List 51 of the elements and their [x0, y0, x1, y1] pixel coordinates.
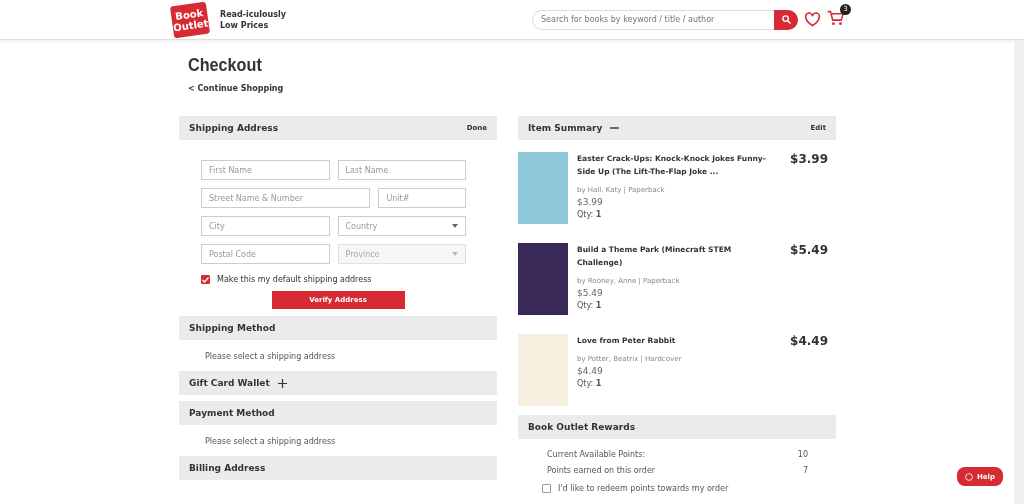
input-field[interactable]: Postal Code: [201, 244, 330, 264]
section-header[interactable]: Shipping Method: [179, 316, 497, 340]
tagline: Read-iculously Low Prices: [220, 8, 287, 31]
page-title: Checkout: [188, 55, 262, 76]
checkbox[interactable]: [201, 275, 210, 284]
points-label: Points earned on this order: [547, 466, 656, 475]
section-title: Billing Address: [189, 463, 266, 473]
line-total: $5.49: [790, 243, 828, 259]
line-total: $4.49: [790, 334, 828, 350]
input-field[interactable]: Street Name & Number: [201, 188, 371, 208]
logo[interactable]: Book Outlet: [169, 1, 211, 38]
section-header[interactable]: Billing Address: [179, 456, 497, 480]
input-field[interactable]: Last Name: [337, 160, 466, 180]
section-title: Gift Card Wallet: [189, 378, 270, 388]
question-circle-icon: [965, 472, 973, 481]
search-field[interactable]: Search for books by keyword / title / author: [532, 9, 774, 30]
section-title: Shipping Address: [189, 123, 279, 133]
line-total: $3.99: [790, 152, 828, 168]
quantity: Qty: 1: [577, 301, 603, 310]
input-field[interactable]: City: [201, 216, 330, 236]
heart-icon[interactable]: [804, 12, 821, 27]
quantity: Qty: 1: [577, 210, 603, 219]
section-message: Please select a shipping address: [204, 436, 337, 448]
continue-shopping-link[interactable]: < Continue Shopping: [188, 84, 284, 93]
input-field[interactable]: Unit#: [378, 188, 466, 208]
input-field[interactable]: First Name: [201, 160, 330, 180]
unit-price: $5.49: [577, 288, 604, 298]
points-value: 10: [797, 450, 808, 459]
unit-price: $3.99: [577, 197, 604, 207]
section-title: Book Outlet Rewards: [528, 422, 635, 432]
caret-icon: [452, 224, 458, 228]
minus-icon[interactable]: [610, 127, 620, 129]
search-button[interactable]: [774, 9, 798, 30]
section-header[interactable]: Gift Card Wallet: [179, 371, 497, 395]
section-title: Item Summary: [528, 123, 603, 133]
cart-icon[interactable]: [827, 9, 844, 26]
section-message: Please select a shipping address: [204, 351, 337, 363]
points-label: Current Available Points:: [547, 450, 646, 459]
section-header[interactable]: Payment Method: [179, 401, 497, 425]
section-title: Shipping Method: [189, 323, 276, 333]
checkbox-label: I'd like to redeem points towards my order: [558, 484, 729, 493]
points-value: 7: [802, 466, 808, 475]
plus-icon[interactable]: [277, 378, 287, 388]
unit-price: $4.49: [577, 366, 604, 376]
caret-icon: [452, 252, 458, 256]
quantity: Qty: 1: [577, 379, 603, 388]
section-title: Payment Method: [189, 408, 275, 418]
checkbox[interactable]: [542, 484, 551, 493]
search-icon: [781, 15, 791, 24]
scrollbar[interactable]: [1014, 40, 1024, 504]
checkbox-label: Make this my default shipping address: [217, 275, 372, 284]
